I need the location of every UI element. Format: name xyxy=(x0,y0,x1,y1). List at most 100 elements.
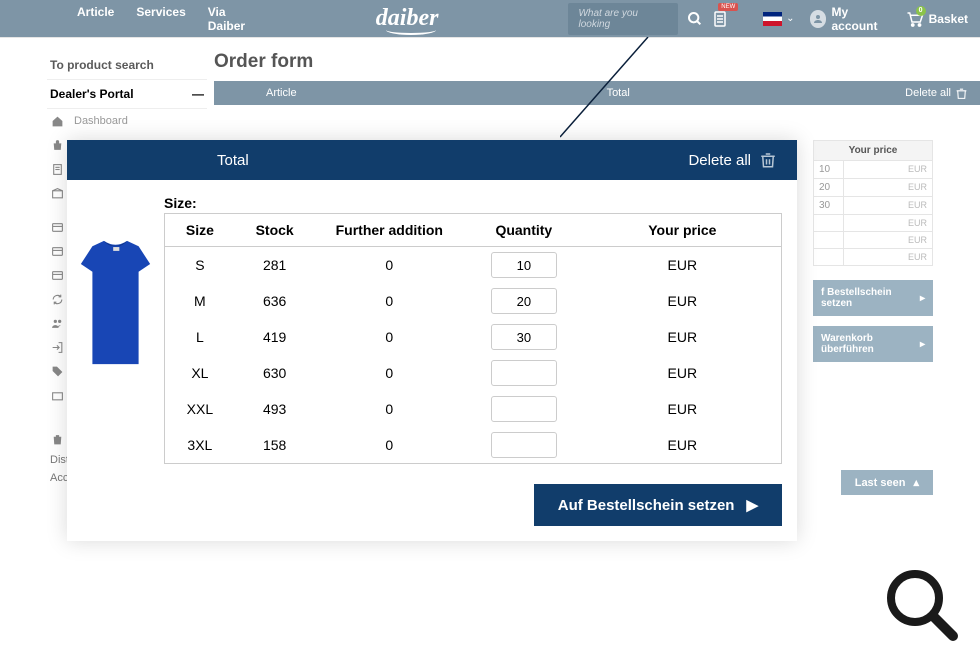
document-icon xyxy=(50,162,64,176)
account-icon xyxy=(810,10,827,28)
sidebar-dealers-portal-label: Dealer's Portal xyxy=(50,87,134,101)
users-icon xyxy=(50,316,64,330)
subheader-delete-all[interactable]: Delete all xyxy=(905,87,968,100)
price-panel-header: Your price xyxy=(813,140,933,161)
cell-size: M xyxy=(165,293,235,309)
trash-icon xyxy=(50,432,64,446)
card-icon xyxy=(50,220,64,234)
cell-size: L xyxy=(165,329,235,345)
page-title: Order form xyxy=(214,51,980,73)
price-panel: Your price 10EUR 20EUR 30EUR EUR EUR EUR… xyxy=(813,140,933,362)
logo[interactable]: daiber xyxy=(376,5,439,32)
table-row: XL6300 EUR xyxy=(165,355,781,391)
sidebar-to-product-search[interactable]: To product search xyxy=(47,51,207,80)
overlay-delete-all[interactable]: Delete all xyxy=(688,151,777,169)
cell-further-addition: 0 xyxy=(315,437,465,453)
search-icon[interactable] xyxy=(686,10,703,28)
table-row: M6360 EUR xyxy=(165,283,781,319)
nav-services[interactable]: Services xyxy=(136,5,185,33)
quantity-input[interactable] xyxy=(491,324,557,350)
cell-currency: EUR xyxy=(584,365,781,381)
overlay-delete-all-label: Delete all xyxy=(688,152,751,169)
bestellschein-button[interactable]: f Bestellschein setzen▸ xyxy=(813,280,933,316)
tag-icon xyxy=(50,364,64,378)
card-icon xyxy=(50,244,64,258)
cell-currency: EUR xyxy=(584,329,781,345)
price-row: 20EUR xyxy=(813,179,933,197)
cell-stock: 158 xyxy=(235,437,315,453)
home-icon xyxy=(50,114,64,128)
auf-bestellschein-button[interactable]: Auf Bestellschein setzen ▶ xyxy=(534,484,782,526)
trash-icon xyxy=(955,87,968,100)
size-overlay: Total Delete all Size: Size Stock Furthe… xyxy=(67,140,797,541)
bag-icon xyxy=(50,138,64,152)
price-row: 10EUR xyxy=(813,161,933,179)
table-row: L4190EUR xyxy=(165,319,781,355)
size-label: Size: xyxy=(164,195,782,211)
cell-further-addition: 0 xyxy=(315,401,465,417)
quantity-input[interactable] xyxy=(491,288,557,314)
card-icon xyxy=(50,268,64,282)
product-image xyxy=(77,220,154,385)
table-row: XXL4930EUR xyxy=(165,391,781,427)
overlay-total-label: Total xyxy=(217,152,249,169)
size-table: Size Stock Further addition Quantity You… xyxy=(164,213,782,464)
refresh-icon xyxy=(50,292,64,306)
basket-label: Basket xyxy=(929,12,968,26)
cell-currency: EUR xyxy=(584,293,781,309)
my-account-label: My account xyxy=(831,5,893,33)
table-row: S2810 EUR xyxy=(165,247,781,283)
document-icon[interactable] xyxy=(711,10,728,28)
box-icon xyxy=(50,186,64,200)
size-table-area: Size: Size Stock Further addition Quanti… xyxy=(164,195,797,464)
cell-further-addition: 0 xyxy=(315,365,465,381)
cell-currency: EUR xyxy=(584,257,781,273)
search-input[interactable]: What are you looking xyxy=(568,3,678,35)
sidebar-dashboard[interactable]: Dashboard xyxy=(47,109,207,133)
subheader-delete-all-label: Delete all xyxy=(905,87,951,99)
price-row: EUR xyxy=(813,232,933,249)
subheader-total: Total xyxy=(607,87,630,99)
language-flag-icon[interactable] xyxy=(763,12,782,26)
table-header: Size Stock Further addition Quantity You… xyxy=(165,214,781,247)
nav-article[interactable]: Article xyxy=(77,5,114,33)
quantity-input[interactable] xyxy=(491,432,557,458)
cell-further-addition: 0 xyxy=(315,293,465,309)
sidebar-dashboard-label: Dashboard xyxy=(74,115,128,127)
cell-stock: 636 xyxy=(235,293,315,309)
language-caret-icon[interactable]: ⌄ xyxy=(786,13,794,24)
zoom-icon[interactable] xyxy=(880,565,960,645)
price-row: EUR xyxy=(813,249,933,266)
chevron-up-icon: ▴ xyxy=(913,476,919,489)
cell-stock: 493 xyxy=(235,401,315,417)
cell-further-addition: 0 xyxy=(315,257,465,273)
quantity-input[interactable] xyxy=(491,396,557,422)
quantity-input[interactable] xyxy=(491,252,557,278)
basket-link[interactable]: 0 Basket xyxy=(906,11,968,27)
chevron-right-icon: ▸ xyxy=(920,293,925,304)
cell-stock: 630 xyxy=(235,365,315,381)
table-row: 3XL1580 EUR xyxy=(165,427,781,463)
chevron-right-icon: ▸ xyxy=(920,339,925,350)
cell-further-addition: 0 xyxy=(315,329,465,345)
cell-stock: 281 xyxy=(235,257,315,273)
price-row: 30EUR xyxy=(813,197,933,215)
last-seen-button[interactable]: Last seen ▴ xyxy=(841,470,933,495)
quantity-input[interactable] xyxy=(491,360,557,386)
trash-icon xyxy=(759,151,777,169)
cell-currency: EUR xyxy=(584,401,781,417)
nav-links: Article Services Via Daiber xyxy=(77,5,256,33)
warenkorb-button[interactable]: Warenkorb überführen▸ xyxy=(813,326,933,362)
cell-currency: EUR xyxy=(584,437,781,453)
sidebar-dealers-portal[interactable]: Dealer's Portal — xyxy=(47,80,207,109)
collapse-icon: — xyxy=(192,87,204,101)
box-icon xyxy=(50,388,64,402)
cell-size: XL xyxy=(165,365,235,381)
nav-via-daiber[interactable]: Via Daiber xyxy=(208,5,256,33)
cell-size: S xyxy=(165,257,235,273)
my-account-link[interactable]: My account xyxy=(810,5,894,33)
cell-size: 3XL xyxy=(165,437,235,453)
subheader-article: Article xyxy=(266,87,297,99)
basket-badge: 0 xyxy=(916,6,926,16)
play-icon: ▶ xyxy=(746,496,758,514)
